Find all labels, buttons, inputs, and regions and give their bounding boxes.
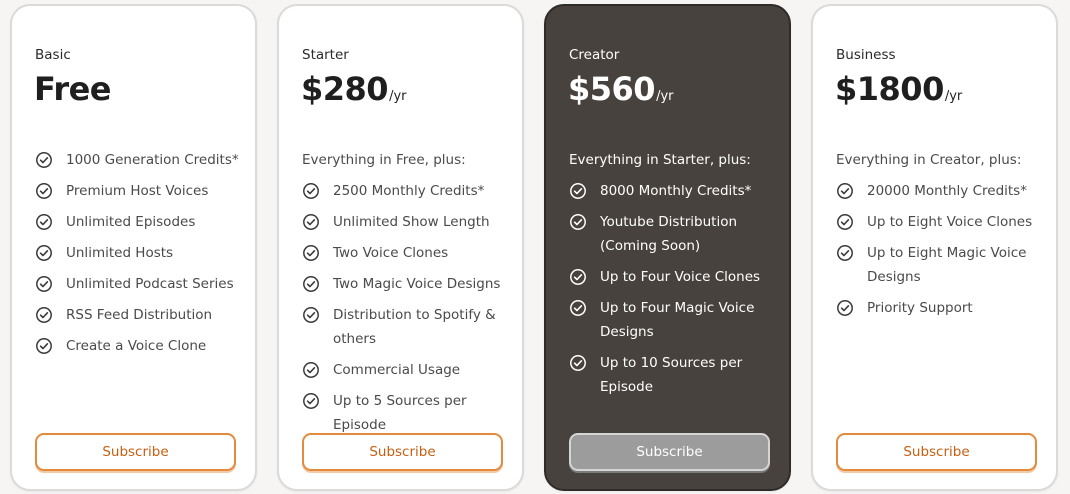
feature-label: Two Voice Clones bbox=[333, 245, 449, 261]
feature-label: Up to 10 Sources per Episode bbox=[600, 355, 743, 395]
feature-item: Up to Four Voice Clones bbox=[569, 265, 779, 289]
price-amount: $560 bbox=[568, 70, 656, 108]
feature-label: Create a Voice Clone bbox=[66, 338, 207, 354]
feature-item: Commercial Usage bbox=[302, 358, 512, 382]
feature-item: Up to 5 Sources per Episode bbox=[302, 389, 512, 437]
feature-label: Up to Eight Magic Voice Designs bbox=[867, 245, 1027, 285]
feature-intro: Everything in Free, plus: bbox=[302, 152, 466, 168]
price-amount: Free bbox=[34, 70, 112, 108]
price-period: /yr bbox=[656, 89, 674, 104]
price-period: /yr bbox=[389, 89, 407, 104]
feature-item: 2500 Monthly Credits* bbox=[302, 179, 512, 203]
feature-label: Up to Four Voice Clones bbox=[600, 269, 761, 285]
price-period: /yr bbox=[944, 89, 963, 104]
subscribe-button-creator[interactable]: Subscribe bbox=[569, 433, 770, 471]
feature-label: RSS Feed Distribution bbox=[66, 307, 213, 323]
feature-item: 1000 Generation Credits* bbox=[35, 148, 245, 172]
price-amount: $280 bbox=[301, 70, 389, 108]
plan-price: $280/yr bbox=[301, 70, 406, 108]
plan-price: $1800/yr bbox=[835, 70, 962, 108]
feature-item: RSS Feed Distribution bbox=[35, 303, 245, 327]
subscribe-button-starter[interactable]: Subscribe bbox=[302, 433, 503, 471]
feature-label: 2500 Monthly Credits* bbox=[333, 183, 485, 199]
plan-card-creator: Creator $560/yr Everything in Starter, p… bbox=[544, 4, 791, 491]
feature-intro: Everything in Starter, plus: bbox=[569, 152, 751, 168]
feature-item: Distribution to Spotify & others bbox=[302, 303, 512, 351]
plan-price: Free bbox=[34, 70, 112, 108]
subscribe-button-business[interactable]: Subscribe bbox=[836, 433, 1037, 471]
feature-item: Create a Voice Clone bbox=[35, 334, 245, 358]
feature-item: Up to Eight Voice Clones bbox=[836, 210, 1046, 234]
feature-item: Unlimited Episodes bbox=[35, 210, 245, 234]
feature-item: Unlimited Show Length bbox=[302, 210, 512, 234]
feature-label: Youtube Distribution (Coming Soon) bbox=[600, 214, 738, 254]
feature-label: Up to 5 Sources per Episode bbox=[333, 393, 467, 433]
feature-list: Everything in Free, plus: 2500 Monthly C… bbox=[302, 148, 512, 444]
feature-label: Commercial Usage bbox=[333, 362, 461, 378]
feature-item: Up to Eight Magic Voice Designs bbox=[836, 241, 1046, 289]
feature-label: Up to Four Magic Voice Designs bbox=[600, 300, 755, 340]
feature-list: 1000 Generation Credits* Premium Host Voi… bbox=[35, 148, 245, 365]
plan-card-basic: Basic Free 1000 Generation Credits* Premi… bbox=[10, 4, 257, 491]
pricing-plans: Basic Free 1000 Generation Credits* Premi… bbox=[10, 4, 1062, 492]
plan-card-starter: Starter $280/yr Everything in Free, plus… bbox=[277, 4, 524, 491]
feature-item: Unlimited Podcast Series bbox=[35, 272, 245, 296]
plan-name: Basic bbox=[35, 47, 71, 63]
feature-item: Up to 10 Sources per Episode bbox=[569, 351, 779, 399]
feature-label: Premium Host Voices bbox=[66, 183, 209, 199]
feature-label: Distribution to Spotify & others bbox=[333, 307, 496, 347]
plan-name: Business bbox=[836, 47, 896, 63]
feature-label: 8000 Monthly Credits* bbox=[600, 183, 752, 199]
feature-list: Everything in Creator, plus: 20000 Month… bbox=[836, 148, 1046, 327]
subscribe-button-basic[interactable]: Subscribe bbox=[35, 433, 236, 471]
feature-label: Unlimited Show Length bbox=[333, 214, 490, 230]
feature-item: Two Magic Voice Designs bbox=[302, 272, 512, 296]
feature-label: Unlimited Hosts bbox=[66, 245, 174, 261]
feature-label: 20000 Monthly Credits* bbox=[867, 183, 1027, 199]
feature-item: Unlimited Hosts bbox=[35, 241, 245, 265]
plan-name: Starter bbox=[302, 47, 349, 63]
feature-label: Unlimited Podcast Series bbox=[66, 276, 234, 292]
plan-name: Creator bbox=[569, 47, 620, 63]
feature-item: Priority Support bbox=[836, 296, 1046, 320]
feature-item: Two Voice Clones bbox=[302, 241, 512, 265]
feature-item: Premium Host Voices bbox=[35, 179, 245, 203]
feature-item: 8000 Monthly Credits* bbox=[569, 179, 779, 203]
feature-intro: Everything in Creator, plus: bbox=[836, 152, 1022, 168]
plan-price: $560/yr bbox=[568, 70, 673, 108]
feature-item: Up to Four Magic Voice Designs bbox=[569, 296, 779, 344]
feature-label: Up to Eight Voice Clones bbox=[867, 214, 1033, 230]
plan-card-business: Business $1800/yr Everything in Creator,… bbox=[811, 4, 1058, 491]
feature-list: Everything in Starter, plus: 8000 Monthl… bbox=[569, 148, 779, 406]
feature-label: 1000 Generation Credits* bbox=[66, 152, 239, 168]
feature-label: Two Magic Voice Designs bbox=[333, 276, 501, 292]
feature-label: Priority Support bbox=[867, 300, 973, 316]
feature-item: 20000 Monthly Credits* bbox=[836, 179, 1046, 203]
price-amount: $1800 bbox=[835, 70, 944, 108]
feature-label: Unlimited Episodes bbox=[66, 214, 196, 230]
feature-item: Youtube Distribution (Coming Soon) bbox=[569, 210, 779, 258]
